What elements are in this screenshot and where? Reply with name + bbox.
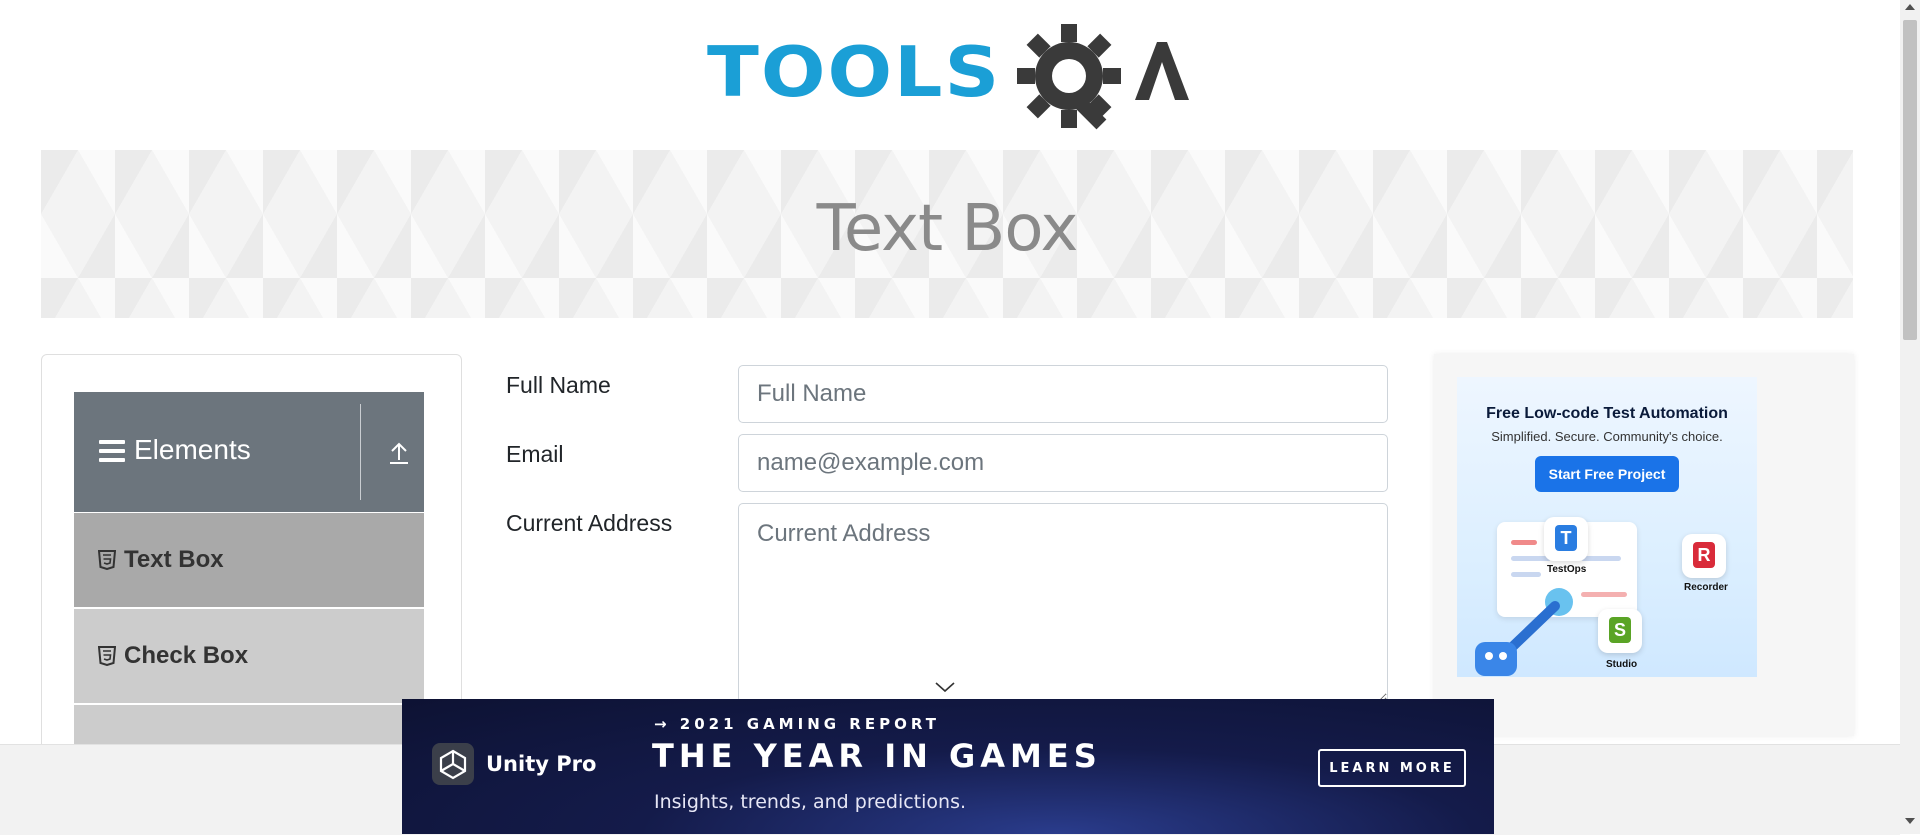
tile-letter: T [1555, 525, 1577, 551]
collapse-upload-icon[interactable] [374, 432, 424, 472]
scrollbar-thumb[interactable] [1903, 20, 1917, 340]
tile-letter: S [1609, 617, 1631, 643]
studio-tile: S [1598, 609, 1642, 653]
html5-icon [97, 550, 117, 571]
chevron-down-icon[interactable] [934, 680, 956, 694]
recorder-tile: R [1682, 534, 1726, 578]
sidebar-group-title: Elements [134, 434, 251, 465]
ad-headline: THE YEAR IN GAMES [652, 737, 1102, 775]
start-free-project-button[interactable]: Start Free Project [1534, 456, 1680, 492]
scroll-up-icon[interactable] [1905, 4, 1915, 10]
ad-subline: Insights, trends, and predictions. [654, 791, 967, 813]
tile-letter: R [1693, 542, 1715, 568]
html5-icon [97, 646, 117, 667]
logo-gear-q-a-mark [1017, 24, 1189, 130]
robot-arm-illustration [1475, 588, 1573, 676]
header-divider [360, 404, 361, 500]
ad-headline: Free Low-code Test Automation [1486, 405, 1728, 422]
sidebar-item-label: Text Box [124, 546, 224, 573]
testops-tile: T [1544, 517, 1588, 561]
email-label: Email [506, 441, 564, 467]
tile-caption: TestOps [1547, 564, 1587, 575]
tile-caption: Studio [1606, 659, 1638, 670]
full-name-input[interactable] [738, 365, 1388, 423]
katalon-ad[interactable]: Free Low-code Test Automation Simplified… [1457, 377, 1757, 677]
sidebar-item-check-box[interactable]: Check Box [74, 609, 424, 704]
unity-brand: Unity Pro [432, 743, 596, 785]
unity-brand-name: Unity Pro [486, 752, 597, 776]
full-name-label: Full Name [506, 372, 611, 398]
current-address-textarea[interactable] [738, 503, 1388, 703]
toolsqa-logo[interactable]: TOOLS [707, 22, 1191, 134]
menu-icon [99, 440, 125, 467]
unity-cube-icon [432, 743, 474, 785]
vertical-scrollbar[interactable] [1900, 0, 1920, 834]
logo-text: TOOLS [707, 30, 1002, 113]
sidebar-item-text-box[interactable]: Text Box [74, 513, 424, 608]
ad-subline: Simplified. Secure. Community's choice. [1491, 429, 1723, 444]
tile-caption: Recorder [1684, 582, 1728, 593]
unity-ad-banner[interactable]: Unity Pro → 2021 GAMING REPORT THE YEAR … [402, 699, 1494, 834]
page-banner: Text Box [41, 150, 1853, 318]
scroll-down-icon[interactable] [1905, 818, 1915, 824]
sidebar-item-label: Check Box [124, 642, 249, 669]
current-address-label: Current Address [506, 510, 673, 536]
page-title: Text Box [816, 192, 1079, 266]
learn-more-button[interactable]: LEARN MORE [1318, 749, 1466, 787]
sidebar-group-elements[interactable]: Elements [74, 392, 424, 512]
email-input[interactable] [738, 434, 1388, 492]
ad-kicker: → 2021 GAMING REPORT [654, 715, 940, 733]
